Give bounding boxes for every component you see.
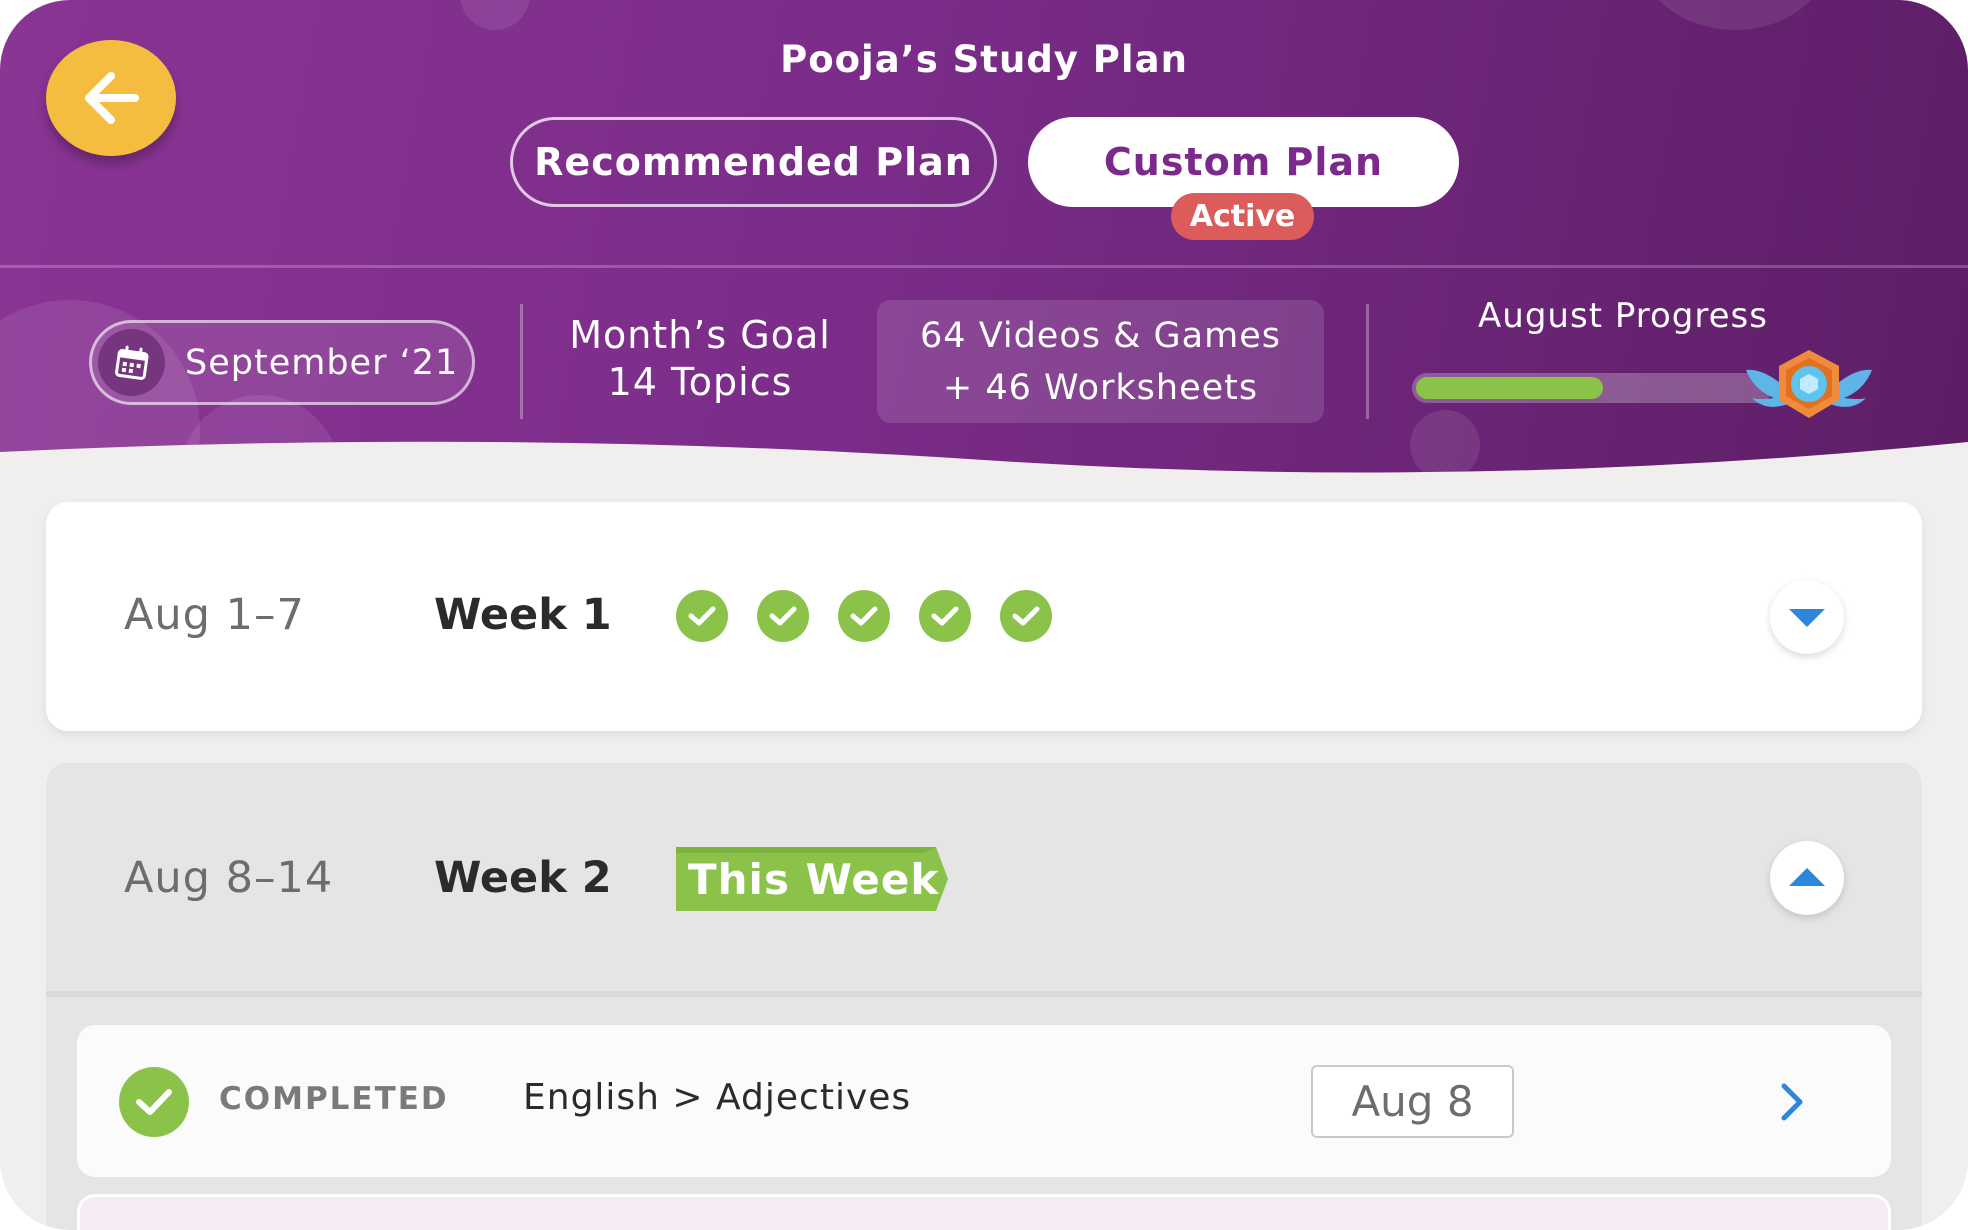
check-icon bbox=[757, 590, 809, 642]
collapse-week-button[interactable] bbox=[1770, 841, 1844, 915]
task-row[interactable] bbox=[77, 1194, 1891, 1230]
divider bbox=[520, 304, 523, 419]
task-status: COMPLETED bbox=[219, 1081, 449, 1117]
card-divider bbox=[46, 991, 1922, 997]
page-title: Pooja’s Study Plan bbox=[780, 38, 1188, 81]
medal-icon bbox=[1746, 350, 1872, 418]
check-icon bbox=[676, 590, 728, 642]
calendar-icon-wrap bbox=[98, 329, 165, 396]
worksheets-count: + 46 Worksheets bbox=[942, 368, 1259, 408]
active-badge: Active bbox=[1171, 193, 1314, 240]
progress-bar bbox=[1412, 373, 1772, 403]
header: Pooja’s Study Plan Recommended Plan Cust… bbox=[0, 0, 1968, 480]
progress-fill bbox=[1416, 377, 1603, 399]
this-week-label: This Week bbox=[688, 854, 940, 904]
week-card-1[interactable]: Aug 1–7 Week 1 bbox=[46, 502, 1922, 731]
decorative-blob bbox=[1640, 0, 1830, 30]
week-progress-checks bbox=[676, 590, 1081, 642]
month-goal: Month’s Goal 14 Topics bbox=[530, 312, 870, 406]
week-card-2: Aug 8–14 Week 2 This Week COMPLETED Engl… bbox=[46, 763, 1922, 1230]
week-title: Week 1 bbox=[434, 590, 612, 640]
tab-recommended-plan[interactable]: Recommended Plan bbox=[510, 117, 997, 207]
check-icon bbox=[838, 590, 890, 642]
goal-value: 14 Topics bbox=[607, 360, 793, 404]
videos-games-count: 64 Videos & Games bbox=[920, 316, 1281, 356]
week-date-range: Aug 1–7 bbox=[124, 590, 305, 640]
content-summary: 64 Videos & Games + 46 Worksheets bbox=[877, 300, 1324, 423]
expand-week-button[interactable] bbox=[1770, 580, 1844, 654]
header-divider bbox=[0, 265, 1968, 268]
task-date: Aug 8 bbox=[1311, 1065, 1514, 1138]
week-date-range: Aug 8–14 bbox=[124, 853, 334, 903]
week-title: Week 2 bbox=[434, 853, 612, 903]
decorative-blob bbox=[460, 0, 530, 30]
completed-check-icon bbox=[119, 1067, 189, 1137]
task-topic: English > Adjectives bbox=[523, 1077, 912, 1118]
calendar-icon bbox=[114, 345, 149, 380]
month-label: September ‘21 bbox=[185, 342, 459, 383]
task-row[interactable]: COMPLETED English > Adjectives Aug 8 bbox=[77, 1025, 1891, 1177]
goal-label: Month’s Goal bbox=[569, 313, 831, 357]
this-week-tag: This Week bbox=[676, 845, 951, 913]
month-selector[interactable]: September ‘21 bbox=[89, 320, 475, 405]
chevron-right-icon[interactable] bbox=[1777, 1081, 1807, 1123]
check-icon bbox=[1000, 590, 1052, 642]
progress-title: August Progress bbox=[1478, 296, 1768, 336]
chevron-down-icon bbox=[1789, 609, 1825, 627]
chevron-up-icon bbox=[1789, 868, 1825, 886]
header-wave bbox=[0, 441, 1968, 480]
divider bbox=[1366, 304, 1369, 419]
study-plan-screen: Pooja’s Study Plan Recommended Plan Cust… bbox=[0, 0, 1968, 1230]
check-icon bbox=[919, 590, 971, 642]
